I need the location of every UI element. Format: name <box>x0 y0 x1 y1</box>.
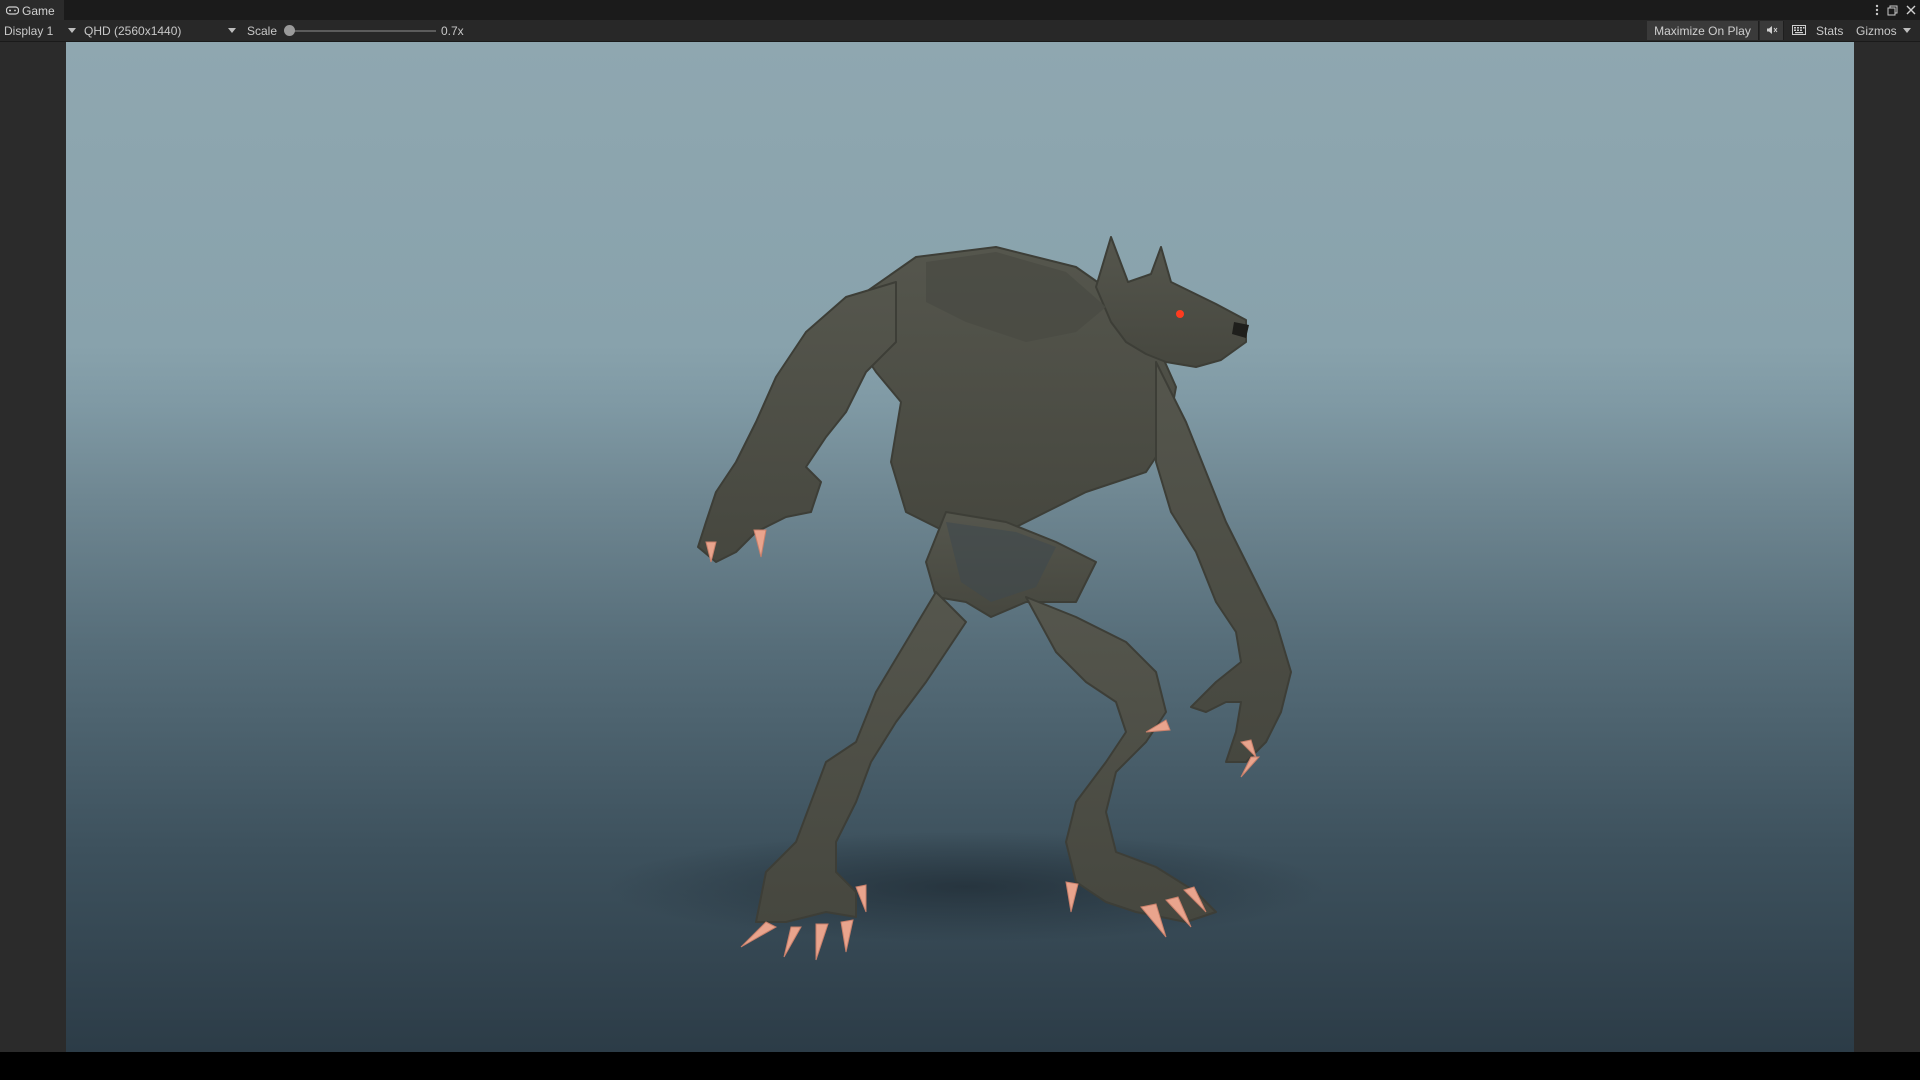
chevron-down-icon <box>228 28 236 33</box>
resolution-value: QHD (2560x1440) <box>84 23 182 38</box>
game-view-toolbar: Display 1 QHD (2560x1440) Scale 0.7x Max… <box>0 20 1920 42</box>
resolution-dropdown[interactable]: QHD (2560x1440) <box>84 20 236 41</box>
tab-label: Game <box>22 3 55 18</box>
shortcuts-button[interactable] <box>1786 21 1812 40</box>
maximize-icon[interactable] <box>1887 5 1898 16</box>
chevron-down-icon <box>1902 28 1911 33</box>
scale-label: Scale <box>247 23 278 38</box>
keyboard-icon <box>1792 24 1806 38</box>
kebab-menu-icon[interactable] <box>1875 4 1879 16</box>
gamepad-icon <box>6 4 19 17</box>
maximize-on-play-button[interactable]: Maximize On Play <box>1647 21 1759 40</box>
mute-audio-icon <box>1766 24 1778 38</box>
chevron-down-icon <box>68 28 76 33</box>
mute-audio-button[interactable] <box>1760 21 1784 40</box>
stats-button[interactable]: Stats <box>1816 20 1843 41</box>
gizmos-label: Gizmos <box>1856 23 1897 38</box>
maximize-on-play-label: Maximize On Play <box>1654 23 1751 38</box>
window-tab-bar: Game <box>0 0 1920 21</box>
close-icon[interactable] <box>1906 5 1916 15</box>
scale-slider-handle[interactable] <box>284 25 295 36</box>
stats-label: Stats <box>1816 23 1844 38</box>
game-viewport[interactable] <box>66 42 1854 1052</box>
bottom-letterbox <box>0 1052 1920 1080</box>
tab-game[interactable]: Game <box>0 0 64 21</box>
display-dropdown[interactable]: Display 1 <box>4 20 78 41</box>
werewolf-character <box>606 236 1326 961</box>
eye <box>1176 310 1184 318</box>
scale-value: 0.7x <box>441 23 464 38</box>
gizmos-dropdown[interactable]: Gizmos <box>1856 20 1916 41</box>
scale-slider-track[interactable] <box>288 30 436 32</box>
display-value: Display 1 <box>4 23 54 38</box>
